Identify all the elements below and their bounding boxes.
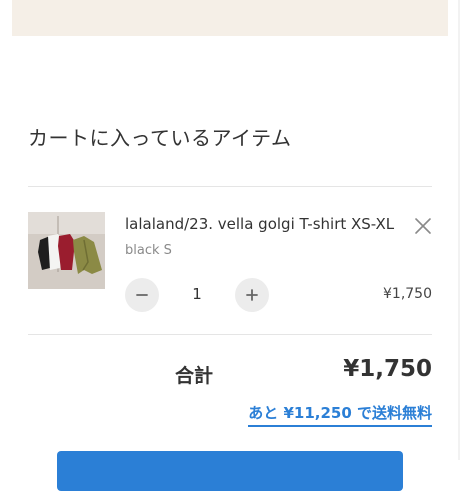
remove-item-button[interactable] bbox=[412, 215, 434, 237]
product-variant: black S bbox=[125, 243, 172, 258]
minus-icon bbox=[136, 294, 148, 296]
divider bbox=[28, 334, 432, 335]
product-photo bbox=[28, 212, 105, 289]
total-amount: ¥1,750 bbox=[343, 356, 432, 382]
item-price: ¥1,750 bbox=[383, 286, 432, 302]
product-name[interactable]: lalaland/23. vella golgi T-shirt XS-XL bbox=[125, 215, 394, 233]
decrease-quantity-button[interactable] bbox=[125, 278, 159, 312]
increase-quantity-button[interactable] bbox=[235, 278, 269, 312]
divider bbox=[28, 186, 432, 187]
close-icon bbox=[415, 218, 431, 234]
plus-icon bbox=[246, 289, 258, 301]
quantity-value: 1 bbox=[192, 285, 202, 303]
top-banner bbox=[12, 0, 448, 36]
checkout-button[interactable] bbox=[57, 451, 403, 491]
total-label: 合計 bbox=[175, 365, 214, 387]
cart-title: カートに入っているアイテム bbox=[28, 126, 292, 150]
product-thumbnail[interactable] bbox=[28, 212, 105, 289]
free-shipping-link[interactable]: あと ¥11,250 で送料無料 bbox=[248, 402, 432, 427]
